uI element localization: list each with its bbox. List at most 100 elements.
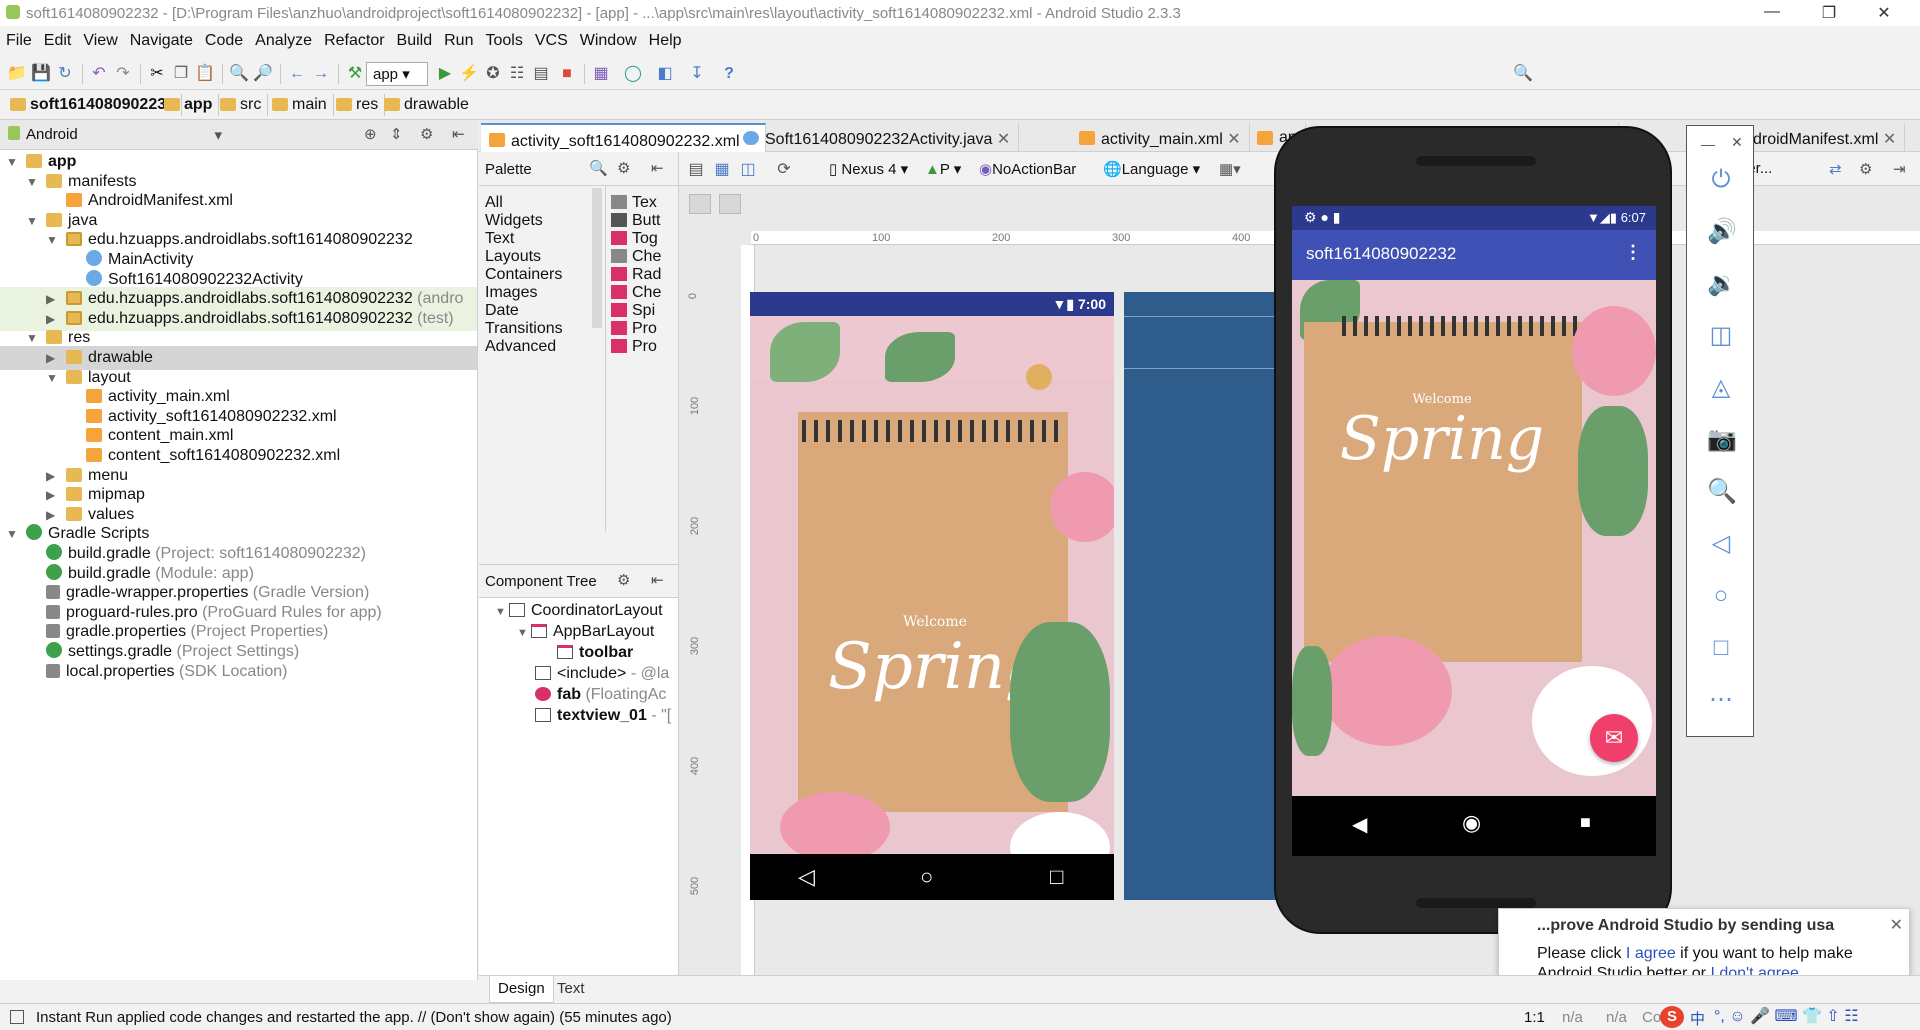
tab-activity-soft-xml[interactable]: activity_soft1614080902232.xml ✕ (481, 123, 767, 152)
menu-navigate[interactable]: Navigate (124, 26, 199, 50)
close-tab-icon[interactable]: ✕ (1883, 131, 1896, 148)
rotate-right-icon[interactable]: ◬ (1707, 374, 1735, 402)
back-icon[interactable]: ◁ (1707, 530, 1735, 558)
overview-icon[interactable]: □ (1707, 634, 1735, 662)
profile-icon[interactable]: ☷ (506, 63, 528, 85)
attach-debugger-icon[interactable]: ▤ (530, 63, 552, 85)
stop-icon[interactable]: ■ (556, 63, 578, 85)
swap-icon[interactable]: ⇄ (1829, 160, 1842, 178)
overflow-menu-icon[interactable]: ⋮ (1624, 242, 1642, 263)
palette-item[interactable]: Che (611, 248, 661, 266)
undo-icon[interactable]: ↶ (88, 63, 110, 85)
cursor-position[interactable]: 1:1 (1524, 1009, 1545, 1026)
design-view-icon[interactable]: ▤ (685, 159, 707, 181)
power-icon[interactable]: ⏻ (1707, 166, 1735, 194)
search-icon[interactable]: 🔍 (589, 159, 608, 177)
apply-changes-icon[interactable]: ⚡ (458, 63, 480, 85)
theme-select[interactable]: ◉NoActionBar (979, 160, 1076, 178)
palette-category[interactable]: All (485, 194, 503, 212)
menu-vcs[interactable]: VCS (529, 26, 574, 50)
palette-category[interactable]: Images (485, 284, 537, 302)
palette-category[interactable]: Transitions (485, 320, 563, 338)
textview-node[interactable]: textview_01 - "[ (535, 707, 671, 725)
home-icon[interactable]: ○ (1707, 582, 1735, 610)
overview-icon[interactable]: ■ (1580, 812, 1591, 833)
android-monitor-icon[interactable]: ↧ (686, 63, 708, 85)
palette-category[interactable]: Text (485, 230, 514, 248)
both-views-icon[interactable]: ◫ (737, 159, 759, 181)
gear-icon[interactable]: ⚙ (617, 571, 630, 589)
ime-tools-icon[interactable]: °, ☺ 🎤 ⌨ 👕 ⇧ ☷ (1714, 1006, 1859, 1026)
breadcrumb-project[interactable]: soft1614080902232 (4, 94, 183, 116)
hide-panel-icon[interactable]: ⇤ (452, 125, 465, 143)
collapse-all-icon[interactable]: ⇕ (390, 125, 403, 143)
language-select[interactable]: 🌐Language ▾ (1103, 160, 1200, 178)
redo-icon[interactable]: ↷ (112, 63, 134, 85)
appbar-layout-node[interactable]: ▼ AppBarLayout (517, 623, 654, 641)
find-icon[interactable]: 🔍 (228, 63, 250, 85)
coordinator-layout-node[interactable]: ▼ CoordinatorLayout (495, 602, 663, 620)
tab-design[interactable]: Design (489, 976, 554, 1003)
sync-icon[interactable]: ↻ (54, 63, 76, 85)
search-everywhere-icon[interactable]: 🔍 (1512, 63, 1534, 85)
forward-nav-icon[interactable]: → (310, 63, 332, 85)
scroll-from-source-icon[interactable]: ⊕ (364, 125, 377, 143)
palette-category[interactable]: Layouts (485, 248, 541, 266)
palette-item[interactable]: Butt (611, 212, 660, 230)
breadcrumb-app[interactable]: app (158, 94, 220, 116)
orientation-icon[interactable]: ⟳ (773, 159, 795, 181)
device-select[interactable]: ▯ Nexus 4 ▾ (829, 160, 908, 178)
project-structure-icon[interactable]: ◧ (654, 63, 676, 85)
zoom-fit-icon[interactable] (689, 194, 711, 214)
hide-panel-icon[interactable]: ⇤ (651, 571, 664, 589)
menu-edit[interactable]: Edit (38, 26, 78, 50)
breadcrumb-src[interactable]: src (214, 94, 269, 116)
minimize-button[interactable]: — (1758, 3, 1786, 23)
palette-item[interactable]: Pro (611, 320, 657, 338)
zoom-icon[interactable]: 🔍 (1707, 478, 1737, 506)
menu-run[interactable]: Run (438, 26, 479, 50)
blueprint-view-icon[interactable]: ▦ (711, 159, 733, 181)
status-message[interactable]: Instant Run applied code changes and res… (36, 1009, 672, 1026)
layout-variants-icon[interactable]: ▦▾ (1219, 160, 1241, 178)
close-tab-icon[interactable]: ✕ (1227, 131, 1240, 148)
make-project-icon[interactable]: ⚒ (344, 63, 366, 85)
menu-build[interactable]: Build (391, 26, 439, 50)
run-config-select[interactable]: app ▾ (366, 62, 428, 86)
palette-item[interactable]: Spi (611, 302, 655, 320)
project-view-select[interactable]: Android ▾ (26, 124, 222, 146)
debug-icon[interactable]: ✪ (482, 63, 504, 85)
paste-icon[interactable]: 📋 (194, 63, 216, 85)
ime-language[interactable]: 中 (1690, 1008, 1705, 1029)
palette-category-scrollbar[interactable] (592, 188, 602, 328)
tool-window-toggle-icon[interactable] (10, 1010, 24, 1024)
camera-icon[interactable]: 📷 (1707, 426, 1737, 454)
menu-refactor[interactable]: Refactor (318, 26, 390, 50)
tab-android-manifest[interactable]: droidManifest.xml ✕ (1739, 123, 1906, 152)
breadcrumb-res[interactable]: res (330, 94, 386, 116)
menu-help[interactable]: Help (643, 26, 688, 50)
sdk-manager-icon[interactable]: ◯ (622, 63, 644, 85)
palette-category[interactable]: Advanced (485, 338, 556, 356)
toolbar-node[interactable]: toolbar (557, 644, 633, 662)
tab-text[interactable]: Text (549, 976, 593, 1003)
palette-category[interactable]: Date (485, 302, 519, 320)
close-window-button[interactable]: ✕ (1870, 3, 1898, 23)
ime-logo-icon[interactable]: S (1660, 1006, 1684, 1028)
palette-item[interactable]: Tex (611, 194, 657, 212)
breadcrumb-drawable[interactable]: drawable (378, 94, 475, 116)
back-nav-icon[interactable]: ← (286, 63, 308, 85)
palette-item[interactable]: Pro (611, 338, 657, 356)
agree-link[interactable]: I agree (1626, 945, 1676, 962)
palette-item[interactable]: Che (611, 284, 661, 302)
pan-icon[interactable] (719, 194, 741, 214)
menu-file[interactable]: File (0, 26, 38, 50)
help-icon[interactable]: ? (718, 63, 740, 85)
emulator-screen[interactable]: ⚙ ● ▮ ▼◢▮ 6:07 soft1614080902232 ⋮ Welco… (1292, 206, 1656, 856)
menu-tools[interactable]: Tools (479, 26, 528, 50)
close-icon[interactable]: ✕ (1890, 915, 1903, 935)
emu-minimize-button[interactable]: — (1701, 136, 1715, 152)
tab-activity-main-xml[interactable]: activity_main.xml ✕ (1071, 123, 1250, 152)
menu-code[interactable]: Code (199, 26, 249, 50)
gear-icon[interactable]: ⚙ (617, 159, 630, 177)
